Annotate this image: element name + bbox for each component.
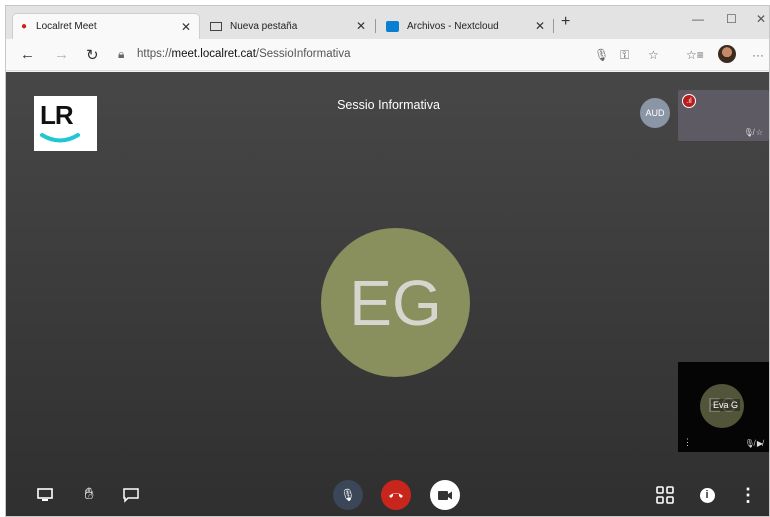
hand-icon: ✋︎	[84, 486, 94, 503]
more-actions-button[interactable]: ⋮	[738, 480, 758, 510]
key-icon[interactable]: ⚿	[620, 48, 629, 63]
lock-icon[interactable]: 🔒︎	[118, 47, 124, 62]
new-tab-page-icon	[210, 21, 222, 31]
tab-separator	[553, 19, 554, 33]
muted-star-icons: 🎙︎̸ ☆	[743, 128, 763, 137]
minimize-button[interactable]: —	[692, 12, 704, 26]
microphone-permission-icon[interactable]: 🎙︎	[594, 48, 609, 62]
microphone-off-icon: 🎙︎	[340, 488, 356, 502]
tab-label: Archivos - Nextcloud	[407, 20, 499, 32]
tile-view-button[interactable]	[654, 480, 676, 510]
close-window-button[interactable]: ✕	[756, 12, 766, 26]
tab-strip: ✎ ● Localret Meet ✕ Nueva pestaña ✕ Arch…	[6, 6, 769, 39]
dominant-speaker-avatar: EG	[321, 228, 470, 377]
logo-smile-icon	[40, 133, 80, 143]
mute-microphone-button[interactable]: 🎙︎	[333, 480, 363, 510]
browser-window: ✎ ● Localret Meet ✕ Nueva pestaña ✕ Arch…	[5, 5, 770, 517]
meeting-stage: LR Sessio Informativa AUD .ıl 🎙︎̸ ☆ EG E…	[6, 72, 769, 516]
tab-label: Localret Meet	[36, 21, 97, 32]
favorites-list-icon[interactable]: ☆≡	[686, 48, 704, 62]
info-button[interactable]: i	[696, 480, 718, 510]
vertical-dots-icon: ⋮	[739, 484, 757, 505]
refresh-button[interactable]: ↻	[86, 46, 99, 64]
video-camera-icon	[438, 490, 452, 500]
tab-nextcloud[interactable]: Archivos - Nextcloud ✕	[378, 13, 553, 39]
grid-icon	[656, 486, 674, 504]
audio-only-badge[interactable]: AUD	[640, 98, 670, 128]
url-host: meet.localret.cat	[171, 48, 256, 60]
forward-button[interactable]: →	[54, 46, 69, 63]
tab-label: Nueva pestaña	[230, 20, 298, 32]
self-display-name[interactable]: Eva G	[711, 399, 741, 411]
remote-participant-thumbnail[interactable]: .ıl 🎙︎̸ ☆	[678, 90, 769, 141]
screen-share-button[interactable]	[34, 480, 56, 510]
maximize-button[interactable]: ☐	[726, 12, 737, 26]
local-video-thumbnail[interactable]: EG Eva G ⋮ 🎙︎̸ ▶︎̸	[678, 362, 769, 452]
close-tab-icon[interactable]: ✕	[356, 19, 366, 33]
more-menu-icon[interactable]: ···	[752, 48, 764, 62]
url-path: /SessioInformativa	[255, 48, 351, 60]
record-dot-icon: ●	[21, 21, 28, 32]
profile-avatar[interactable]	[718, 45, 736, 63]
raise-hand-button[interactable]: ✋︎	[78, 480, 100, 510]
close-tab-icon[interactable]: ✕	[535, 19, 545, 33]
url-field[interactable]: https://meet.localret.cat/SessioInformat…	[137, 48, 351, 60]
connection-signal-icon[interactable]: .ıl	[682, 94, 696, 108]
url-scheme: https://	[137, 48, 172, 60]
back-button[interactable]: ←	[20, 46, 35, 63]
self-options-icon[interactable]: ⋮	[683, 437, 692, 448]
chat-icon	[123, 487, 139, 503]
camera-toggle-button[interactable]	[430, 480, 460, 510]
self-muted-camera-off-icons: 🎙︎̸ ▶︎̸	[744, 439, 763, 448]
desktop-icon	[37, 488, 53, 501]
tab-nueva-pestana[interactable]: Nueva pestaña ✕	[202, 13, 374, 39]
address-bar-row: ← → ↻ 🔒︎ https://meet.localret.cat/Sessi…	[6, 39, 769, 71]
favorite-star-icon[interactable]: ☆	[648, 48, 659, 62]
tab-separator	[375, 19, 376, 33]
nextcloud-icon	[386, 20, 399, 32]
tab-localret-meet[interactable]: ● Localret Meet ✕	[12, 13, 200, 39]
new-tab-button[interactable]: +	[561, 13, 570, 31]
chat-button[interactable]	[120, 480, 142, 510]
info-icon: i	[699, 487, 715, 503]
phone-hangup-icon	[389, 493, 403, 498]
hangup-button[interactable]	[381, 480, 411, 510]
close-tab-icon[interactable]: ✕	[181, 20, 191, 34]
